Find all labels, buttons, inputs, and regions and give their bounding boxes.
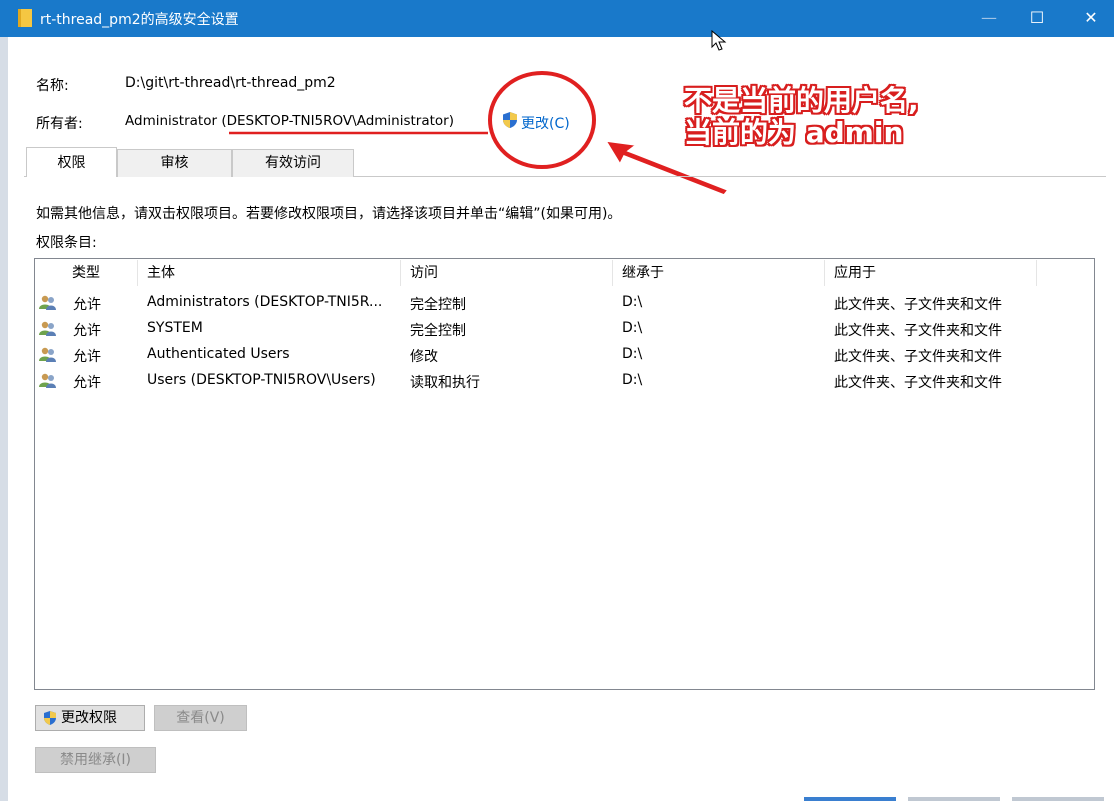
column-header-inherited-from[interactable]: 继承于 xyxy=(622,262,664,282)
name-value: D:\git\rt-thread\rt-thread_pm2 xyxy=(125,75,336,91)
annotation-text: 不是当前的用户名, 当前的为 admin xyxy=(684,85,919,149)
principal-cell: Users (DESKTOP-TNI5ROV\Users) xyxy=(147,372,376,388)
owner-label: 所有者: xyxy=(36,116,83,132)
applies-to-cell: 此文件夹、子文件夹和文件 xyxy=(834,375,1002,391)
type-cell: 允许 xyxy=(73,375,101,391)
table-row[interactable]: 允许 Administrators (DESKTOP-TNI5R... 完全控制… xyxy=(35,290,1093,316)
column-divider[interactable] xyxy=(137,260,138,286)
users-icon xyxy=(39,347,56,362)
column-header-applies-to[interactable]: 应用于 xyxy=(834,262,876,282)
close-button[interactable]: ✕ xyxy=(1068,0,1114,37)
applies-to-cell: 此文件夹、子文件夹和文件 xyxy=(834,349,1002,365)
access-cell: 读取和执行 xyxy=(410,375,480,391)
disable-inheritance-button[interactable]: 禁用继承(I) xyxy=(35,747,156,773)
owner-value: Administrator (DESKTOP-TNI5ROV\Administr… xyxy=(125,113,454,129)
column-divider[interactable] xyxy=(1036,260,1037,286)
table-row[interactable]: 允许 SYSTEM 完全控制 D:\ 此文件夹、子文件夹和文件 xyxy=(35,316,1093,342)
apply-button-edge[interactable] xyxy=(1012,797,1104,801)
tab-permissions[interactable]: 权限 xyxy=(26,147,117,177)
inherited-cell: D:\ xyxy=(622,320,643,336)
column-header-access[interactable]: 访问 xyxy=(410,262,438,282)
table-row[interactable]: 允许 Authenticated Users 修改 D:\ 此文件夹、子文件夹和… xyxy=(35,342,1093,368)
cancel-button-edge[interactable] xyxy=(908,797,1000,801)
owner-underline-annotation xyxy=(229,131,488,135)
mouse-cursor-icon xyxy=(711,30,727,51)
background-window-strip xyxy=(0,37,8,801)
principal-cell: SYSTEM xyxy=(147,320,203,336)
ok-button-edge[interactable] xyxy=(804,797,896,801)
access-cell: 完全控制 xyxy=(410,323,466,339)
shield-icon xyxy=(44,711,56,725)
column-header-principal[interactable]: 主体 xyxy=(147,262,175,282)
window-title: rt-thread_pm2的高级安全设置 xyxy=(40,12,239,28)
principal-cell: Administrators (DESKTOP-TNI5R... xyxy=(147,294,383,310)
users-icon xyxy=(39,321,56,336)
maximize-button[interactable]: ☐ xyxy=(1014,0,1060,37)
applies-to-cell: 此文件夹、子文件夹和文件 xyxy=(834,297,1002,313)
annotation-line-1: 不是当前的用户名, xyxy=(684,84,919,117)
minimize-button[interactable]: — xyxy=(966,0,1012,37)
column-header-type[interactable]: 类型 xyxy=(72,262,100,282)
folder-icon xyxy=(18,9,32,27)
tab-auditing[interactable]: 审核 xyxy=(117,149,232,177)
title-bar: rt-thread_pm2的高级安全设置 — ☐ ✕ xyxy=(0,0,1114,37)
inherited-cell: D:\ xyxy=(622,372,643,388)
hint-text: 如需其他信息，请双击权限项目。若要修改权限项目，请选择该项目并单击“编辑”(如果… xyxy=(36,206,622,222)
column-divider[interactable] xyxy=(612,260,613,286)
annotation-line-2: 当前的为 admin xyxy=(684,116,904,149)
column-divider[interactable] xyxy=(824,260,825,286)
users-icon xyxy=(39,373,56,388)
name-label: 名称: xyxy=(36,78,69,94)
inherited-cell: D:\ xyxy=(622,294,643,310)
table-row[interactable]: 允许 Users (DESKTOP-TNI5ROV\Users) 读取和执行 D… xyxy=(35,368,1093,394)
tab-effective-access[interactable]: 有效访问 xyxy=(232,149,354,177)
type-cell: 允许 xyxy=(73,323,101,339)
view-button[interactable]: 查看(V) xyxy=(154,705,247,731)
type-cell: 允许 xyxy=(73,349,101,365)
change-permissions-label: 更改权限 xyxy=(61,710,117,726)
applies-to-cell: 此文件夹、子文件夹和文件 xyxy=(834,323,1002,339)
column-divider[interactable] xyxy=(400,260,401,286)
highlight-circle-annotation xyxy=(488,71,596,169)
users-icon xyxy=(39,295,56,310)
inherited-cell: D:\ xyxy=(622,346,643,362)
change-permissions-button[interactable]: 更改权限 xyxy=(35,705,145,731)
type-cell: 允许 xyxy=(73,297,101,313)
principal-cell: Authenticated Users xyxy=(147,346,290,362)
access-cell: 完全控制 xyxy=(410,297,466,313)
access-cell: 修改 xyxy=(410,349,438,365)
permission-entries-label: 权限条目: xyxy=(36,235,97,251)
